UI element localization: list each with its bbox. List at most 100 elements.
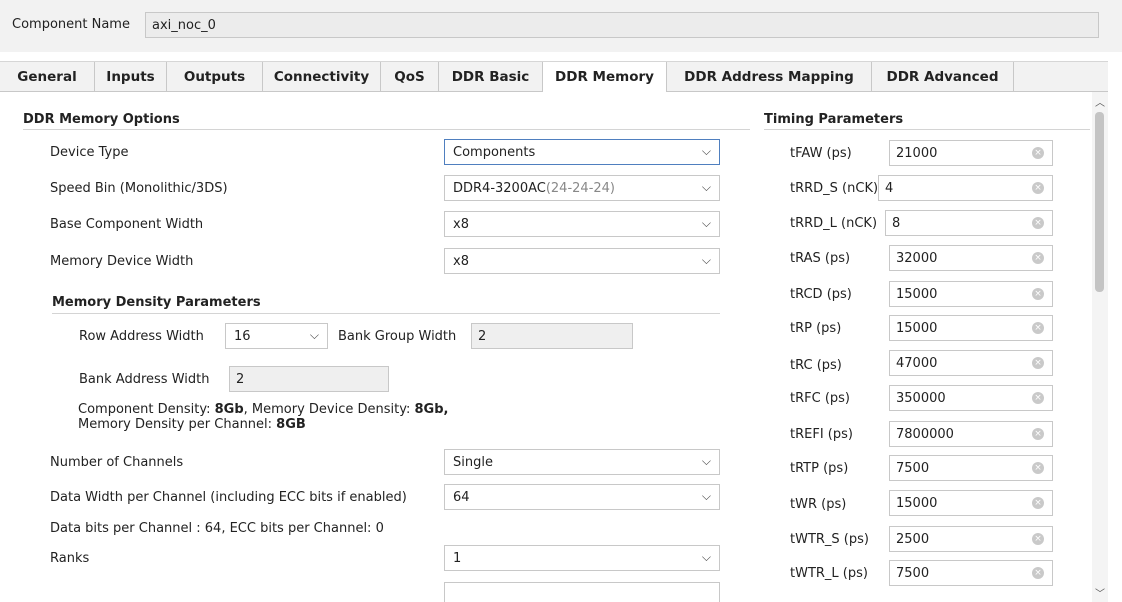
trfc-label: tRFC (ps)	[790, 391, 850, 406]
ranks-select[interactable]: 1 ⌵	[444, 545, 720, 571]
channel-density-value: 8GB	[276, 417, 306, 432]
tras-value: 32000	[896, 251, 938, 266]
clear-icon[interactable]: ×	[1032, 462, 1044, 474]
clear-icon[interactable]: ×	[1032, 147, 1044, 159]
data-width-select[interactable]: 64 ⌵	[444, 484, 720, 510]
twr-value: 15000	[896, 496, 938, 511]
clear-icon[interactable]: ×	[1032, 288, 1044, 300]
trp-value: 15000	[896, 321, 938, 336]
ranks-label: Ranks	[50, 551, 90, 566]
number-of-channels-value: Single	[453, 455, 493, 470]
memory-density-title: Memory Density Parameters	[52, 295, 261, 310]
component-density-label: Component Density:	[78, 402, 215, 417]
clear-icon[interactable]: ×	[1032, 322, 1044, 334]
bank-address-width-label: Bank Address Width	[79, 372, 210, 387]
clear-icon[interactable]: ×	[1032, 182, 1044, 194]
scroll-down-icon[interactable]: ﹀	[1095, 585, 1105, 600]
clear-icon[interactable]: ×	[1032, 428, 1044, 440]
trrd-l-label: tRRD_L (nCK)	[790, 216, 878, 231]
tfaw-input[interactable]: 21000 ×	[889, 140, 1053, 166]
tab-general[interactable]: General	[0, 62, 95, 92]
trtp-input[interactable]: 7500 ×	[889, 455, 1053, 481]
trp-input[interactable]: 15000 ×	[889, 315, 1053, 341]
trp-label: tRP (ps)	[790, 321, 842, 336]
trtp-value: 7500	[896, 461, 930, 476]
device-density-value: 8Gb,	[414, 402, 449, 417]
scrollbar-thumb[interactable]	[1095, 112, 1104, 292]
twr-label: tWR (ps)	[790, 497, 847, 512]
tfaw-value: 21000	[896, 146, 938, 161]
twtr-s-value: 2500	[896, 532, 930, 547]
data-width-value: 64	[453, 490, 470, 505]
data-width-label: Data Width per Channel (including ECC bi…	[50, 490, 407, 505]
row-address-width-label: Row Address Width	[79, 329, 204, 344]
timing-parameters-title: Timing Parameters	[764, 112, 904, 127]
trcd-label: tRCD (ps)	[790, 287, 852, 302]
clear-icon[interactable]: ×	[1032, 357, 1044, 369]
number-of-channels-label: Number of Channels	[50, 455, 184, 470]
chevron-down-icon: ⌵	[701, 454, 711, 468]
partial-select[interactable]	[444, 582, 720, 602]
tab-outputs[interactable]: Outputs	[167, 62, 263, 92]
ddr-memory-options-title: DDR Memory Options	[23, 112, 180, 127]
clear-icon[interactable]: ×	[1032, 252, 1044, 264]
memory-device-width-label: Memory Device Width	[50, 254, 194, 269]
trrd-s-input[interactable]: 4 ×	[878, 175, 1053, 201]
tab-ddr-address-mapping[interactable]: DDR Address Mapping	[667, 62, 872, 92]
trrd-s-value: 4	[885, 181, 894, 196]
chevron-down-icon: ⌵	[701, 216, 711, 230]
tab-ddr-advanced[interactable]: DDR Advanced	[872, 62, 1014, 92]
trc-value: 47000	[896, 356, 938, 371]
tab-ddr-basic[interactable]: DDR Basic	[439, 62, 543, 92]
speed-bin-select[interactable]: DDR4-3200AC(24-24-24) ⌵	[444, 175, 720, 201]
tras-label: tRAS (ps)	[790, 251, 851, 266]
bank-group-width-label: Bank Group Width	[338, 329, 457, 344]
memory-device-width-select[interactable]: x8 ⌵	[444, 248, 720, 274]
twtr-s-input[interactable]: 2500 ×	[889, 526, 1053, 552]
component-name-label: Component Name	[12, 17, 130, 32]
trcd-input[interactable]: 15000 ×	[889, 281, 1053, 307]
scroll-up-icon[interactable]: ︿	[1095, 94, 1105, 109]
section-divider	[52, 313, 720, 314]
chevron-down-icon: ⌵	[701, 550, 711, 564]
number-of-channels-select[interactable]: Single ⌵	[444, 449, 720, 475]
chevron-down-icon: ⌵	[701, 144, 711, 158]
trc-label: tRC (ps)	[790, 358, 842, 373]
twtr-l-input[interactable]: 7500 ×	[889, 560, 1053, 586]
clear-icon[interactable]: ×	[1032, 567, 1044, 579]
component-name-field[interactable]: axi_noc_0	[145, 12, 1099, 38]
tab-connectivity[interactable]: Connectivity	[263, 62, 381, 92]
trrd-l-input[interactable]: 8 ×	[885, 210, 1053, 236]
clear-icon[interactable]: ×	[1032, 217, 1044, 229]
speed-bin-label: Speed Bin (Monolithic/3DS)	[50, 181, 228, 196]
row-address-width-select[interactable]: 16 ⌵	[225, 323, 328, 349]
trfc-input[interactable]: 350000 ×	[889, 385, 1053, 411]
twtr-l-value: 7500	[896, 566, 930, 581]
trefi-input[interactable]: 7800000 ×	[889, 421, 1053, 447]
memory-device-width-value: x8	[453, 254, 469, 269]
channel-density-label: Memory Density per Channel:	[78, 417, 277, 432]
trc-input[interactable]: 47000 ×	[889, 350, 1053, 376]
vertical-scrollbar[interactable]: ︿ ﹀	[1092, 92, 1108, 602]
ranks-value: 1	[453, 551, 462, 566]
chevron-down-icon: ⌵	[701, 489, 711, 503]
clear-icon[interactable]: ×	[1032, 392, 1044, 404]
tras-input[interactable]: 32000 ×	[889, 245, 1053, 271]
tab-ddr-memory[interactable]: DDR Memory	[543, 62, 667, 93]
clear-icon[interactable]: ×	[1032, 533, 1044, 545]
device-density-label: , Memory Device Density:	[243, 402, 415, 417]
speed-bin-timing: (24-24-24)	[545, 181, 615, 196]
device-type-select[interactable]: Components ⌵	[444, 139, 720, 165]
base-component-width-select[interactable]: x8 ⌵	[444, 211, 720, 237]
chevron-down-icon: ⌵	[701, 253, 711, 267]
twtr-s-label: tWTR_S (ps)	[790, 532, 869, 547]
tab-qos[interactable]: QoS	[381, 62, 439, 92]
tab-bar: General Inputs Outputs Connectivity QoS …	[0, 61, 1108, 93]
trtp-label: tRTP (ps)	[790, 461, 849, 476]
clear-icon[interactable]: ×	[1032, 497, 1044, 509]
twr-input[interactable]: 15000 ×	[889, 490, 1053, 516]
base-component-width-value: x8	[453, 217, 469, 232]
bank-address-width-field: 2	[229, 366, 389, 392]
tab-inputs[interactable]: Inputs	[95, 62, 167, 92]
row-address-width-value: 16	[234, 329, 251, 344]
